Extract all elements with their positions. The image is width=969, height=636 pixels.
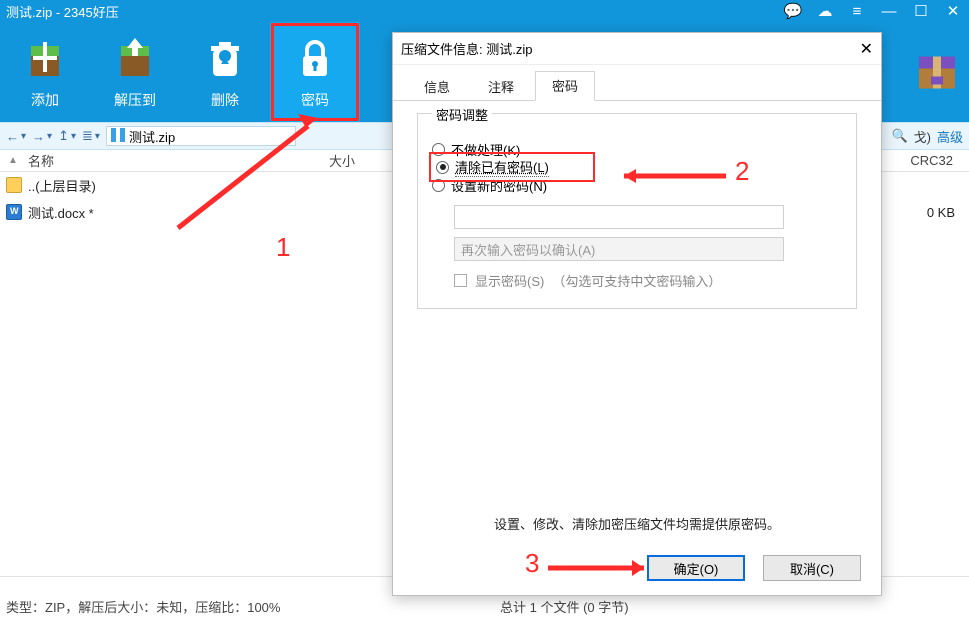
nav-advanced-link[interactable]: 高级 (937, 127, 963, 146)
status-right: 总计 1 个文件 (0 字节) (500, 597, 629, 616)
column-name[interactable]: 名称 (0, 151, 289, 170)
password-fieldset: 密码调整 不做处理(K) 清除已有密码(L) 设置新的密码(N) 再次输入密码以… (417, 113, 857, 309)
archive-icon (913, 47, 961, 98)
radio-clear-label: 清除已有密码(L) (455, 157, 549, 177)
nav-back[interactable]: ←▾ (6, 129, 26, 144)
docx-icon (6, 204, 22, 220)
path-field[interactable]: 测试.zip (106, 126, 296, 146)
radio-set-password[interactable]: 设置新的密码(N) (432, 173, 842, 197)
maximize-icon[interactable]: ☐ (911, 2, 931, 20)
titlebar: 测试.zip - 2345好压 💬 ☁ ≡ — ☐ ✕ (0, 0, 969, 22)
radio-set-label: 设置新的密码(N) (451, 176, 547, 195)
dialog-note: 设置、修改、清除加密压缩文件均需提供原密码。 (417, 514, 857, 533)
confirm-placeholder: 再次输入密码以确认(A) (461, 240, 595, 259)
add-icon (21, 34, 69, 82)
fieldset-legend: 密码调整 (432, 105, 492, 124)
column-crc[interactable]: CRC32 (889, 153, 969, 168)
radio-icon (432, 179, 445, 192)
chat-icon[interactable]: 💬 (783, 2, 803, 20)
nav-right-segment: 戈) (914, 127, 931, 146)
extract-icon (111, 34, 159, 82)
lock-icon (291, 34, 339, 82)
dialog-buttons: 确定(O) 取消(C) (393, 555, 881, 595)
dialog-body: 密码调整 不做处理(K) 清除已有密码(L) 设置新的密码(N) 再次输入密码以… (393, 101, 881, 555)
extract-button[interactable]: 解压到 (90, 22, 180, 122)
list-sort-indicator[interactable]: ▲ (8, 155, 18, 166)
archive-file-icon (111, 128, 125, 145)
show-password-label: 显示密码(S) (475, 271, 544, 290)
nav-forward[interactable]: →▾ (32, 129, 52, 144)
add-label: 添加 (31, 90, 59, 110)
delete-button[interactable]: 删除 (180, 22, 270, 122)
folder-icon (6, 177, 22, 193)
status-left: 类型：ZIP，解压后大小：未知，压缩比：100% (6, 597, 280, 616)
add-button[interactable]: 添加 (0, 22, 90, 122)
dialog-title: 压缩文件信息: 测试.zip (401, 39, 532, 58)
window-title: 测试.zip - 2345好压 (6, 2, 119, 21)
menu-icon[interactable]: ≡ (847, 3, 867, 20)
delete-icon (201, 34, 249, 82)
tab-comment[interactable]: 注释 (471, 72, 531, 101)
checkbox-icon (454, 274, 467, 287)
dialog-tabs: 信息 注释 密码 (393, 71, 881, 101)
dialog-close-icon[interactable]: ✕ (860, 39, 873, 59)
nav-list[interactable]: ≣▾ (82, 128, 100, 144)
close-icon[interactable]: ✕ (943, 2, 963, 20)
radio-icon (432, 143, 445, 156)
cancel-button[interactable]: 取消(C) (763, 555, 861, 581)
dialog-titlebar: 压缩文件信息: 测试.zip ✕ (393, 33, 881, 65)
new-password-input[interactable] (454, 205, 784, 229)
tab-info[interactable]: 信息 (407, 72, 467, 101)
file-size: 0 KB (889, 205, 969, 220)
radio-no-action-label: 不做处理(K) (451, 140, 520, 159)
file-info-dialog: 压缩文件信息: 测试.zip ✕ 信息 注释 密码 密码调整 不做处理(K) 清… (392, 32, 882, 596)
confirm-password-input[interactable]: 再次输入密码以确认(A) (454, 237, 784, 261)
radio-icon (436, 161, 449, 174)
show-password-note: （勾选可支持中文密码输入） (552, 271, 721, 290)
show-password-row[interactable]: 显示密码(S) （勾选可支持中文密码输入） (454, 271, 842, 290)
search-icon[interactable]: 🔍 (891, 128, 907, 144)
cloud-icon[interactable]: ☁ (815, 2, 835, 20)
delete-label: 删除 (211, 90, 239, 110)
path-text: 测试.zip (129, 127, 175, 146)
ok-button[interactable]: 确定(O) (647, 555, 745, 581)
tab-password[interactable]: 密码 (535, 71, 595, 101)
minimize-icon[interactable]: — (879, 3, 899, 20)
password-button[interactable]: 密码 (270, 22, 360, 122)
nav-up[interactable]: ↥▾ (58, 128, 76, 144)
password-label: 密码 (301, 90, 329, 110)
column-size[interactable]: 大小 (289, 151, 369, 170)
window-controls: 💬 ☁ ≡ — ☐ ✕ (783, 2, 963, 20)
extract-label: 解压到 (114, 90, 156, 110)
